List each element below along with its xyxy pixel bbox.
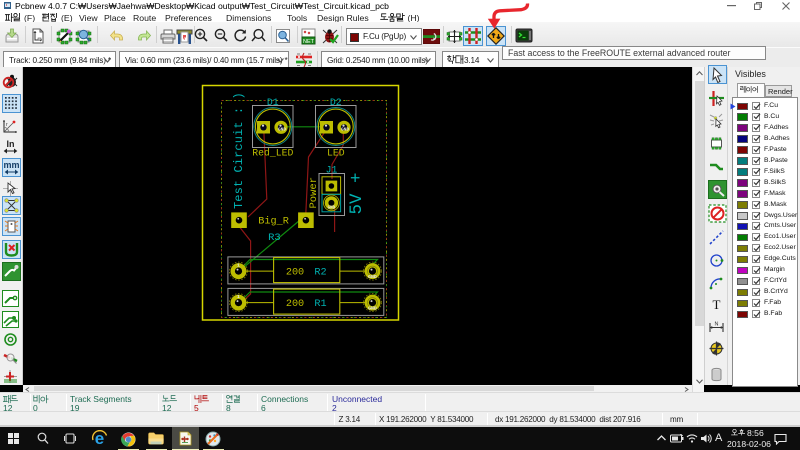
svg-text:GND: GND <box>368 305 377 311</box>
svg-text:T: T <box>713 297 721 312</box>
svg-text:J1: J1 <box>326 164 338 175</box>
svg-text:1: 1 <box>237 263 240 269</box>
svg-text:D2: D2 <box>330 97 342 108</box>
svg-text:R2: R2 <box>314 268 326 279</box>
svg-text:D1: D1 <box>267 97 279 108</box>
svg-text:R3: R3 <box>268 232 281 244</box>
svg-text:1: 1 <box>237 294 240 300</box>
svg-text:GND: GND <box>328 206 336 210</box>
svg-text:LED: LED <box>327 147 345 158</box>
svg-text:r: r <box>6 122 8 128</box>
svg-text:Big_R: Big_R <box>258 215 289 227</box>
svg-text:GND: GND <box>368 274 377 280</box>
svg-text:5V +: 5V + <box>347 172 367 214</box>
svg-text:e: e <box>95 430 104 447</box>
svg-text:R1: R1 <box>314 299 326 310</box>
svg-text:Power: Power <box>308 177 320 209</box>
svg-text:200: 200 <box>286 268 304 279</box>
svg-text:mm: mm <box>3 160 19 170</box>
svg-text:200: 200 <box>286 299 304 310</box>
svg-text:Red_LED: Red_LED <box>252 147 293 158</box>
svg-text:NET: NET <box>303 39 315 45</box>
svg-text:Test Circuit : ): Test Circuit : ) <box>232 92 246 209</box>
svg-text:GND: GND <box>278 128 286 133</box>
svg-text:N: N <box>715 322 719 328</box>
svg-text:In: In <box>7 139 15 149</box>
svg-text:GND: GND <box>341 128 349 133</box>
